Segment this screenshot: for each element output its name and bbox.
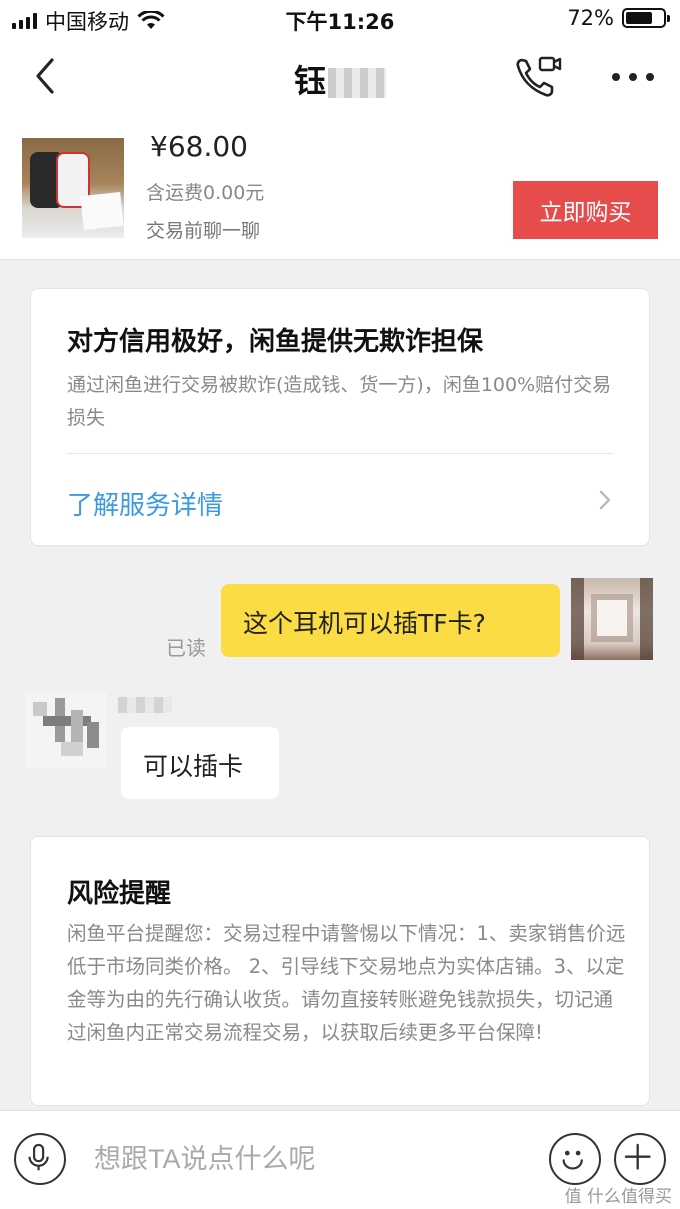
divider (67, 453, 613, 454)
guarantee-card: 对方信用极好，闲鱼提供无欺诈担保 通过闲鱼进行交易被欺诈(造成钱、货一方)，闲鱼… (30, 288, 650, 546)
message-bubble-sent[interactable]: 这个耳机可以插TF卡? (221, 584, 560, 657)
my-avatar[interactable] (571, 578, 653, 660)
product-price: ¥68.00 (150, 130, 248, 163)
nav-bar: 钰 (0, 38, 680, 116)
microphone-icon[interactable] (14, 1133, 66, 1185)
read-status: 已读 (166, 636, 206, 660)
chat-hint: 交易前聊一聊 (146, 220, 261, 242)
risk-description: 闲鱼平台提醒您：交易过程中请警惕以下情况：1、卖家销售价远低于市场同类价格。 2… (67, 922, 626, 1044)
guarantee-description: 通过闲鱼进行交易被欺诈(造成钱、货一方)，闲鱼100%赔付交易损失 (67, 374, 612, 429)
battery-icon (622, 8, 670, 28)
status-right: 72% (567, 6, 670, 30)
guarantee-title: 对方信用极好，闲鱼提供无欺诈担保 (67, 327, 484, 357)
blurred-name (328, 68, 386, 98)
status-bar: 中国移动 下午11:26 72% (0, 0, 680, 38)
product-thumbnail[interactable] (22, 138, 124, 238)
chevron-right-icon[interactable] (595, 489, 615, 511)
seller-name-blurred (118, 697, 172, 713)
message-bubble-received[interactable]: 可以插卡 (121, 727, 279, 799)
service-details-link[interactable]: 了解服务详情 (67, 485, 223, 522)
watermark-text: 值 什么值得买 (564, 1187, 672, 1207)
more-icon[interactable] (612, 64, 654, 90)
risk-warning-card: 风险提醒 闲鱼平台提醒您：交易过程中请警惕以下情况：1、卖家销售价远低于市场同类… (30, 836, 650, 1106)
emoji-icon[interactable] (549, 1133, 601, 1185)
shipping-fee: 含运费0.00元 (146, 182, 265, 204)
buy-now-button[interactable]: 立即购买 (513, 181, 658, 239)
seller-avatar[interactable] (25, 692, 107, 768)
plus-icon[interactable] (614, 1133, 666, 1185)
message-input[interactable] (94, 1137, 514, 1181)
watermark: 值 什么值得买 (565, 1182, 672, 1207)
risk-title: 风险提醒 (67, 879, 172, 909)
battery-fill (626, 12, 652, 24)
product-card[interactable]: ¥68.00 含运费0.00元 交易前聊一聊 立即购买 (0, 116, 680, 260)
chat-title-text: 钰 (293, 62, 326, 100)
battery-percent: 72% (567, 6, 614, 30)
chat-title: 钰 (0, 56, 680, 102)
video-call-icon[interactable] (514, 54, 562, 100)
